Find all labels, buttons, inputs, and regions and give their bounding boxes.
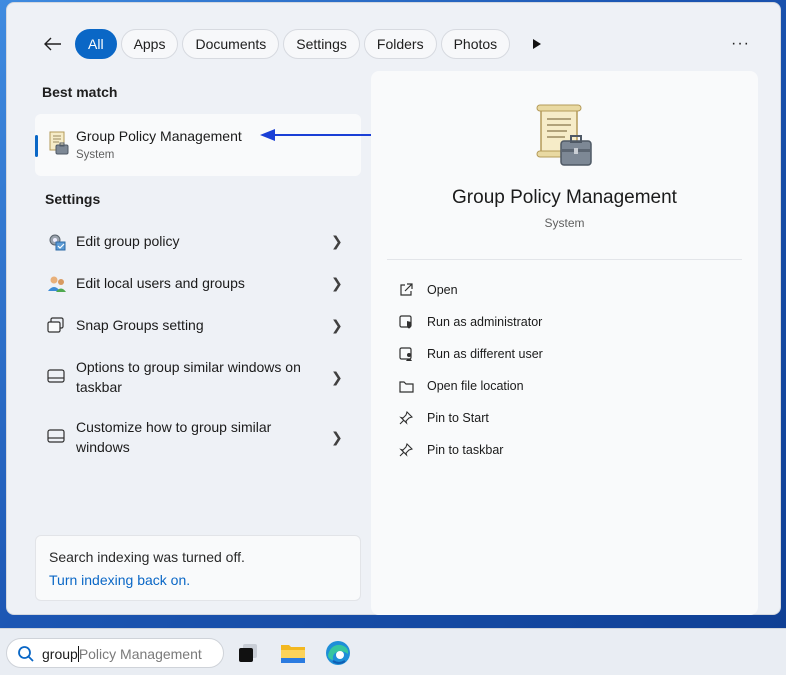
action-open[interactable]: Open <box>398 278 458 302</box>
best-match-card[interactable]: Group Policy Management System <box>35 114 361 176</box>
action-pin-to-start[interactable]: Pin to Start <box>398 406 489 430</box>
chevron-right-icon: ❯ <box>331 233 343 249</box>
settings-item-snap-groups[interactable]: Snap Groups setting ❯ <box>35 313 361 337</box>
settings-item-edit-local-users[interactable]: Edit local users and groups ❯ <box>35 271 361 295</box>
taskbar-icon <box>47 369 65 383</box>
chevron-right-icon: ❯ <box>331 429 343 445</box>
action-label: Run as different user <box>427 347 543 361</box>
action-run-as-different-user[interactable]: Run as different user <box>398 342 543 366</box>
best-match-title: Group Policy Management <box>76 128 242 144</box>
tab-photos[interactable]: Photos <box>440 29 511 59</box>
detail-subtitle: System <box>544 216 585 230</box>
search-panel: All Apps Documents Settings Folders Phot… <box>6 2 781 615</box>
settings-item-edit-group-policy[interactable]: Edit group policy ❯ <box>35 229 361 253</box>
taskbar-icon <box>47 429 65 443</box>
action-run-as-administrator[interactable]: Run as administrator <box>398 310 542 334</box>
taskbar-task-view-button[interactable] <box>232 637 264 669</box>
pin-icon <box>398 442 414 458</box>
tab-folders[interactable]: Folders <box>363 29 437 59</box>
chevron-right-icon: ❯ <box>331 317 343 333</box>
play-icon <box>533 39 542 49</box>
indexing-notice: Search indexing was turned off. Turn ind… <box>35 535 361 601</box>
indexing-message: Search indexing was turned off. <box>49 549 245 565</box>
chevron-right-icon: ❯ <box>331 369 343 385</box>
tab-apps[interactable]: Apps <box>120 29 179 59</box>
tab-all[interactable]: All <box>75 29 117 59</box>
detail-title: Group Policy Management <box>452 187 677 208</box>
tab-settings[interactable]: Settings <box>283 29 360 59</box>
search-autocomplete-hint: Policy Management <box>78 646 202 662</box>
action-label: Run as administrator <box>427 315 543 329</box>
snap-icon <box>47 317 64 333</box>
file-explorer-icon <box>281 645 305 663</box>
best-match-heading: Best match <box>42 84 118 100</box>
group-policy-management-icon <box>49 131 69 155</box>
filter-bar: All Apps Documents Settings Folders Phot… <box>37 27 548 61</box>
settings-item-customize-grouping[interactable]: Customize how to group similar windows ❯ <box>35 415 361 459</box>
more-filters-button[interactable] <box>526 29 548 59</box>
user-window-icon <box>398 346 414 362</box>
search-icon <box>18 646 34 662</box>
best-match-subtitle: System <box>76 149 115 161</box>
search-query: groupPolicy Management <box>42 646 202 662</box>
action-label: Pin to Start <box>427 411 489 425</box>
taskbar-search-input[interactable]: groupPolicy Management <box>6 638 224 668</box>
settings-item-label: Edit local users and groups <box>76 275 245 291</box>
action-label: Open file location <box>427 379 524 393</box>
search-typed-text: group <box>42 646 78 662</box>
action-open-file-location[interactable]: Open file location <box>398 374 524 398</box>
selection-indicator <box>35 135 38 157</box>
more-options-button[interactable]: ··· <box>731 35 750 53</box>
taskbar-edge-button[interactable] <box>322 637 354 669</box>
taskbar: groupPolicy Management <box>0 628 786 675</box>
chevron-right-icon: ❯ <box>331 275 343 291</box>
settings-item-label: Edit group policy <box>76 233 180 249</box>
divider <box>387 259 742 260</box>
tab-documents[interactable]: Documents <box>182 29 280 59</box>
action-label: Pin to taskbar <box>427 443 504 457</box>
users-icon <box>48 276 66 292</box>
shield-window-icon <box>398 314 414 330</box>
settings-item-group-similar-taskbar[interactable]: Options to group similar windows on task… <box>35 355 361 399</box>
action-label: Open <box>427 283 458 297</box>
back-button[interactable] <box>37 28 69 60</box>
settings-item-label: Options to group similar windows on task… <box>76 359 301 395</box>
settings-heading: Settings <box>45 191 101 207</box>
open-external-icon <box>398 282 414 298</box>
edge-browser-icon <box>326 641 350 665</box>
task-view-icon <box>239 644 257 662</box>
turn-indexing-on-link[interactable]: Turn indexing back on. <box>49 572 190 588</box>
settings-item-label: Customize how to group similar windows <box>76 419 272 455</box>
group-policy-icon <box>49 234 66 251</box>
group-policy-management-large-icon <box>536 104 592 166</box>
action-pin-to-taskbar[interactable]: Pin to taskbar <box>398 438 503 462</box>
back-arrow-icon <box>44 37 61 51</box>
detail-pane: Group Policy Management System Open Run … <box>371 71 758 615</box>
taskbar-file-explorer-button[interactable] <box>277 637 309 669</box>
settings-item-label: Snap Groups setting <box>76 317 204 333</box>
pin-icon <box>398 410 414 426</box>
folder-icon <box>398 378 414 394</box>
